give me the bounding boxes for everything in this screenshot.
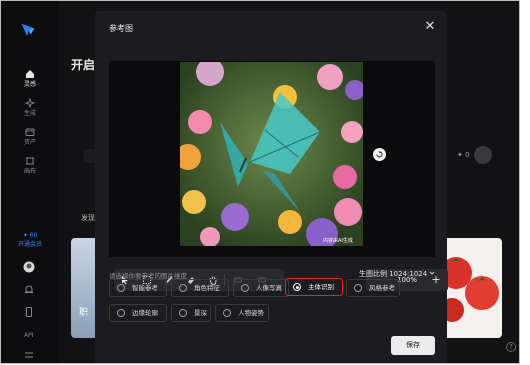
home-icon <box>26 70 34 78</box>
credits-badge[interactable]: ✦ 66 开通会员 <box>1 231 59 249</box>
radio-icon <box>179 309 187 317</box>
svg-text:API: API <box>24 332 34 339</box>
membership-link[interactable]: 开通会员 <box>1 240 59 249</box>
sidebar-item-label: 资产 <box>23 139 36 146</box>
option-pose[interactable]: 人物姿势 <box>215 304 269 322</box>
credits-value: ✦ 66 <box>22 232 38 239</box>
avatar[interactable] <box>23 261 35 273</box>
radio-icon <box>117 309 125 317</box>
api-icon[interactable]: API <box>23 328 35 340</box>
sparkle-icon <box>25 98 35 108</box>
reference-photo: 内容由AI生成 <box>180 62 363 246</box>
logo-icon[interactable] <box>19 21 37 39</box>
chevron-down-icon <box>430 271 435 275</box>
dialog-title: 参考图 <box>109 24 133 33</box>
sidebar-item-generate[interactable]: 生成 <box>1 98 59 118</box>
sidebar-item-inspiration[interactable]: 灵感 <box>1 69 59 89</box>
option-smart-reference[interactable]: 智能参考 <box>109 279 167 297</box>
sidebar-item-label: 画布 <box>23 168 36 175</box>
help-icon[interactable]: ? <box>506 342 516 352</box>
sidebar: 灵感 生成 资产 画布 ✦ 66 开通会员 API <box>1 1 59 363</box>
background-send-button[interactable] <box>474 146 492 164</box>
canvas-icon <box>26 157 34 165</box>
save-button[interactable]: 保存 <box>391 336 435 355</box>
rotate-icon[interactable] <box>373 148 386 161</box>
phone-icon[interactable] <box>23 306 35 318</box>
background-counter: ✦ 0 <box>457 151 470 159</box>
radio-icon <box>241 284 249 292</box>
option-style-reference[interactable]: 风格参考 <box>346 279 400 297</box>
bell-icon[interactable] <box>23 284 35 296</box>
close-icon[interactable]: ✕ <box>423 20 437 34</box>
page-title: 开启 <box>71 58 96 72</box>
radio-icon <box>179 284 187 292</box>
radio-selected-icon <box>293 283 301 291</box>
folder-icon <box>25 128 35 136</box>
image-canvas[interactable]: 内容由AI生成 − 100% + <box>109 61 448 291</box>
aspect-ratio-label: 生图比例 1024:1024 <box>359 270 428 278</box>
radio-icon <box>223 309 231 317</box>
option-depth[interactable]: 景深 <box>171 304 211 322</box>
background-card-title: 职 <box>79 308 89 318</box>
butterfly-flowers-image: 内容由AI生成 <box>180 62 363 246</box>
app-window: 灵感 生成 资产 画布 ✦ 66 开通会员 API 开启 ✦ 0 发现 职 ? … <box>0 0 520 364</box>
option-portrait[interactable]: 人像写真 <box>233 279 289 297</box>
ai-watermark: 内容由AI生成 <box>323 237 353 244</box>
background-card-left[interactable]: 职 <box>71 238 97 338</box>
option-character-features[interactable]: 角色特征 <box>171 279 229 297</box>
radio-icon <box>354 284 362 292</box>
aspect-ratio-select[interactable]: 生图比例 1024:1024 <box>359 269 435 279</box>
sidebar-item-label: 生成 <box>23 110 36 117</box>
sidebar-item-label: 灵感 <box>23 81 36 88</box>
option-edge-contour[interactable]: 边缘轮廓 <box>109 304 167 322</box>
section-label: 发现 <box>81 214 95 222</box>
sidebar-item-assets[interactable]: 资产 <box>1 127 59 147</box>
option-subject-recognition[interactable]: 主体识别 <box>285 278 343 296</box>
menu-icon[interactable] <box>23 349 35 361</box>
sidebar-item-canvas[interactable]: 画布 <box>1 156 59 176</box>
reference-image-dialog: 参考图 ✕ 内容由AI生成 − 100% + 请选择你要参考的图片维度 生图比例… <box>95 11 448 363</box>
radio-icon <box>117 284 125 292</box>
